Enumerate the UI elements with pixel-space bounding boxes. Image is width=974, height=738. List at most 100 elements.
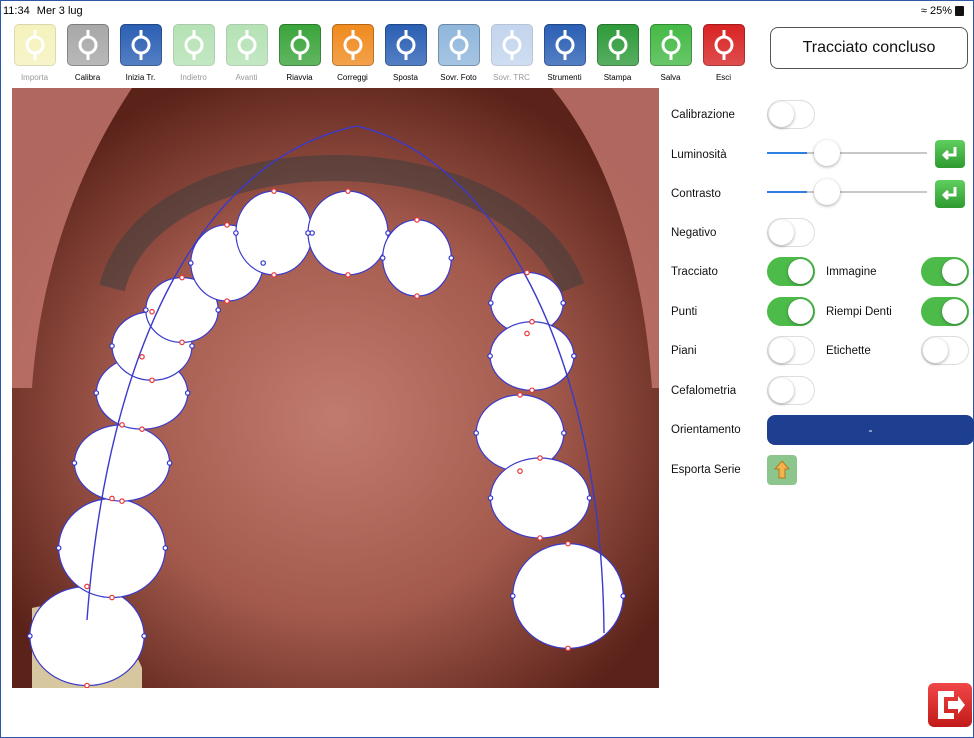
tooth-outline[interactable] <box>382 219 452 297</box>
tooth-outline[interactable] <box>307 190 389 276</box>
tracing-point[interactable] <box>586 495 593 501</box>
toolbar-button-start-tracing[interactable]: Inizia Tr. <box>114 22 167 84</box>
tracing-point[interactable] <box>379 255 386 261</box>
tooth-outline[interactable] <box>58 497 166 599</box>
etichette-toggle[interactable] <box>921 336 969 365</box>
tracing-point[interactable] <box>271 188 277 194</box>
tracing-point[interactable] <box>345 272 351 278</box>
tracing-point[interactable] <box>529 318 535 325</box>
tracing-point[interactable] <box>215 307 221 313</box>
tracing-point[interactable] <box>224 298 230 304</box>
tooth-outline[interactable] <box>235 190 313 276</box>
tooth-outline[interactable] <box>489 457 591 539</box>
toolbar-button-redo[interactable]: Avanti <box>220 22 273 84</box>
tracing-point[interactable] <box>139 354 145 360</box>
tracing-point[interactable] <box>565 540 571 547</box>
toolbar-button-exit[interactable]: Esci <box>697 22 750 84</box>
tracing-point[interactable] <box>473 430 479 436</box>
tracing-point[interactable] <box>84 583 90 590</box>
tracing-point[interactable] <box>71 460 78 466</box>
tracciato-toggle[interactable] <box>767 257 815 286</box>
tracing-point[interactable] <box>179 274 185 281</box>
tracing-point[interactable] <box>139 426 145 432</box>
slider-thumb[interactable] <box>814 179 840 205</box>
tracing-point[interactable] <box>149 377 155 384</box>
tooth-outline[interactable] <box>29 585 145 687</box>
tracing-point[interactable] <box>84 682 90 688</box>
luminosita-slider[interactable] <box>767 138 927 168</box>
tracing-point[interactable] <box>189 343 195 349</box>
dental-arch-photo[interactable] <box>12 88 659 688</box>
negativo-toggle[interactable] <box>767 218 815 247</box>
tracing-point[interactable] <box>414 293 420 299</box>
tracing-point[interactable] <box>188 260 194 266</box>
luminosita-reset-button[interactable] <box>935 140 965 168</box>
tracing-point[interactable] <box>184 390 191 396</box>
tracing-point[interactable] <box>143 307 149 313</box>
tracing-point[interactable] <box>55 545 62 551</box>
tracing-point[interactable] <box>149 308 155 315</box>
piani-toggle[interactable] <box>767 336 815 365</box>
tracing-point[interactable] <box>517 468 523 474</box>
tracing-point[interactable] <box>27 633 33 639</box>
tracing-point[interactable] <box>571 353 577 359</box>
tracing-point[interactable] <box>224 222 230 228</box>
tracing-point[interactable] <box>560 300 566 306</box>
tracing-point[interactable] <box>109 343 115 349</box>
toolbar-button-print[interactable]: Stampa <box>591 22 644 84</box>
tracing-point[interactable] <box>565 645 571 652</box>
toolbar-button-restart[interactable]: Riavvia <box>273 22 326 84</box>
tracing-point[interactable] <box>305 230 311 236</box>
toolbar-button-save[interactable]: Salva <box>644 22 697 84</box>
tracing-point[interactable] <box>509 593 516 599</box>
tracing-point[interactable] <box>162 545 169 551</box>
toolbar-button-move[interactable]: Sposta <box>379 22 432 84</box>
riempi-denti-toggle[interactable] <box>921 297 969 326</box>
tracing-point[interactable] <box>345 188 351 194</box>
toolbar-button-undo[interactable]: Indietro <box>167 22 220 84</box>
toolbar-button-overlay-photo[interactable]: Sovr. Foto <box>432 22 485 84</box>
tracing-point[interactable] <box>487 495 494 501</box>
tracing-point[interactable] <box>109 594 115 601</box>
tracing-point[interactable] <box>448 255 455 261</box>
tracing-point[interactable] <box>271 272 277 278</box>
toolbar-button-calibrate[interactable]: Calibra <box>61 22 114 84</box>
tracing-point[interactable] <box>517 392 523 398</box>
export-series-button[interactable] <box>767 455 797 485</box>
tracing-point[interactable] <box>524 269 530 276</box>
tracing-point[interactable] <box>233 230 239 236</box>
tracing-point[interactable] <box>524 330 530 337</box>
contrasto-slider[interactable] <box>767 177 927 207</box>
tracing-point[interactable] <box>109 495 115 502</box>
tracing-point[interactable] <box>488 300 494 306</box>
toolbar-button-overlay-trc[interactable]: Sovr. TRC <box>485 22 538 84</box>
tracing-point[interactable] <box>385 230 391 236</box>
immagine-toggle[interactable] <box>921 257 969 286</box>
tracing-point[interactable] <box>119 498 125 504</box>
contrasto-reset-button[interactable] <box>935 180 965 208</box>
tracing-point[interactable] <box>260 260 266 266</box>
toolbar-button-import[interactable]: Importa <box>8 22 61 84</box>
orientamento-selector[interactable]: - <box>767 415 974 445</box>
tooth-outline[interactable] <box>512 543 624 649</box>
slider-thumb[interactable] <box>814 140 840 166</box>
tracing-point[interactable] <box>119 422 125 428</box>
calibrazione-toggle[interactable] <box>767 100 815 129</box>
exit-button-corner[interactable] <box>928 683 972 727</box>
tracing-point[interactable] <box>537 455 543 461</box>
tracing-point[interactable] <box>561 430 567 436</box>
tracing-point[interactable] <box>93 390 100 396</box>
punti-toggle[interactable] <box>767 297 815 326</box>
tracing-point[interactable] <box>414 217 420 223</box>
tracing-point[interactable] <box>487 353 493 359</box>
tracing-point[interactable] <box>620 593 627 599</box>
tracing-canvas[interactable] <box>12 88 659 688</box>
cefalometria-toggle[interactable] <box>767 376 815 405</box>
tracing-point[interactable] <box>529 387 535 394</box>
tracing-point[interactable] <box>141 633 147 639</box>
tracing-point[interactable] <box>179 339 185 346</box>
toolbar-button-correct[interactable]: Correggi <box>326 22 379 84</box>
tracing-point[interactable] <box>537 535 543 541</box>
tooth-outline[interactable] <box>73 424 171 502</box>
toolbar-button-tools[interactable]: Strumenti <box>538 22 591 84</box>
